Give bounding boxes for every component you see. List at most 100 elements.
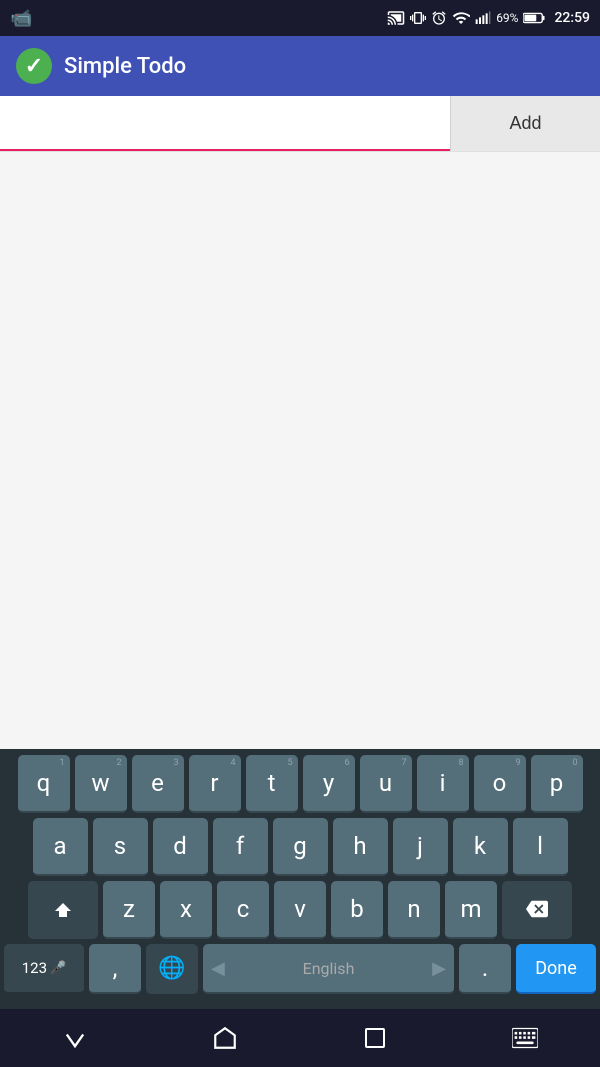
key-number-9: 9	[515, 758, 520, 768]
period-label: .	[482, 956, 488, 980]
key-123-label: 123	[22, 959, 47, 977]
key-a[interactable]: a	[33, 818, 88, 876]
keyboard-row-2: asdfghjkl	[4, 818, 596, 876]
arrow-right-icon: ▶	[432, 958, 446, 979]
key-letter-o: o	[493, 771, 507, 795]
key-v[interactable]: v	[274, 881, 326, 939]
signal-icon	[475, 10, 491, 26]
app-icon: ✓	[16, 48, 52, 84]
key-letter-q: q	[37, 771, 51, 795]
status-bar: 📹 69%	[0, 0, 600, 36]
shift-icon	[51, 897, 75, 921]
key-n[interactable]: n	[388, 881, 440, 939]
key-letter-g: g	[293, 834, 306, 858]
key-letter-m: m	[460, 897, 481, 921]
key-y[interactable]: 6y	[303, 755, 355, 813]
app-title: Simple Todo	[64, 54, 186, 79]
battery-text: 69%	[496, 11, 518, 25]
key-x[interactable]: x	[160, 881, 212, 939]
key-f[interactable]: f	[213, 818, 268, 876]
app-bar: ✓ Simple Todo	[0, 36, 600, 96]
keyboard-row-4: 123 🎤 , 🌐 ◀ English ▶ . Done	[4, 944, 596, 1000]
key-o[interactable]: 9o	[474, 755, 526, 813]
key-z[interactable]: z	[103, 881, 155, 939]
key-k[interactable]: k	[453, 818, 508, 876]
key-number-2: 2	[116, 758, 121, 768]
key-letter-t: t	[268, 771, 276, 795]
key-letter-p: p	[550, 771, 563, 795]
key-l[interactable]: l	[513, 818, 568, 876]
battery-icon	[523, 11, 545, 25]
key-letter-b: b	[350, 897, 363, 921]
key-p[interactable]: 0p	[531, 755, 583, 813]
key-backspace[interactable]	[502, 881, 572, 939]
key-letter-w: w	[91, 771, 109, 795]
keyboard-row-1: 1q2w3e4r5t6y7u8i9o0p	[4, 755, 596, 813]
key-letter-k: k	[474, 834, 486, 858]
key-comma[interactable]: ,	[89, 944, 141, 994]
alarm-icon	[431, 10, 447, 26]
key-letter-j: j	[417, 834, 423, 858]
key-letter-d: d	[173, 834, 187, 858]
key-number-0: 0	[572, 758, 577, 768]
key-number-4: 4	[230, 758, 235, 768]
nav-back-button[interactable]	[45, 1018, 105, 1058]
key-b[interactable]: b	[331, 881, 383, 939]
status-left: 📹	[10, 8, 32, 29]
key-h[interactable]: h	[333, 818, 388, 876]
key-s[interactable]: s	[93, 818, 148, 876]
key-d[interactable]: d	[153, 818, 208, 876]
key-m[interactable]: m	[445, 881, 497, 939]
key-letter-y: y	[323, 771, 334, 795]
key-number-3: 3	[173, 758, 178, 768]
nav-home-button[interactable]	[195, 1018, 255, 1058]
backspace-icon	[523, 898, 551, 920]
nav-bar	[0, 1009, 600, 1067]
key-letter-e: e	[151, 771, 164, 795]
key-letter-s: s	[114, 834, 126, 858]
key-c[interactable]: c	[217, 881, 269, 939]
key-letter-i: i	[440, 771, 446, 795]
key-letter-a: a	[53, 834, 66, 858]
key-letter-l: l	[537, 834, 543, 858]
key-e[interactable]: 3e	[132, 755, 184, 813]
comma-label: ,	[113, 956, 118, 980]
key-123[interactable]: 123 🎤	[4, 944, 84, 994]
key-j[interactable]: j	[393, 818, 448, 876]
status-right: 69% 22:59	[387, 9, 590, 27]
key-number-5: 5	[287, 758, 292, 768]
key-t[interactable]: 5t	[246, 755, 298, 813]
key-number-1: 1	[59, 758, 64, 768]
key-globe[interactable]: 🌐	[146, 944, 198, 994]
keyboard-row-3: zxcvb n m	[4, 881, 596, 939]
vibrate-icon	[410, 10, 426, 26]
key-space[interactable]: ◀ English ▶	[203, 944, 454, 994]
key-q[interactable]: 1q	[18, 755, 70, 813]
key-number-7: 7	[401, 758, 406, 768]
keyboard: 1q2w3e4r5t6y7u8i9o0p asdfghjkl zxcvbnm 1…	[0, 749, 600, 1009]
cast-icon	[387, 9, 405, 27]
key-period[interactable]: .	[459, 944, 511, 994]
nav-recents-button[interactable]	[345, 1018, 405, 1058]
space-label: English	[303, 959, 355, 978]
key-u[interactable]: 7u	[360, 755, 412, 813]
key-letter-r: r	[210, 771, 218, 795]
key-i[interactable]: 8i	[417, 755, 469, 813]
wifi-icon	[452, 9, 470, 27]
todo-input[interactable]	[0, 96, 450, 151]
key-number-8: 8	[458, 758, 463, 768]
key-shift[interactable]	[28, 881, 98, 939]
globe-icon: 🌐	[158, 956, 185, 981]
key-r[interactable]: 4r	[189, 755, 241, 813]
key-letter-n: n	[407, 897, 420, 921]
key-g[interactable]: g	[273, 818, 328, 876]
key-letter-u: u	[379, 771, 392, 795]
mic-icon: 🎤	[50, 961, 66, 976]
done-label: Done	[535, 958, 577, 979]
nav-keyboard-button[interactable]	[495, 1018, 555, 1058]
add-button[interactable]: Add	[450, 96, 600, 151]
arrow-left-icon: ◀	[211, 958, 225, 979]
input-row: Add	[0, 96, 600, 152]
key-w[interactable]: 2w	[75, 755, 127, 813]
key-done[interactable]: Done	[516, 944, 596, 994]
